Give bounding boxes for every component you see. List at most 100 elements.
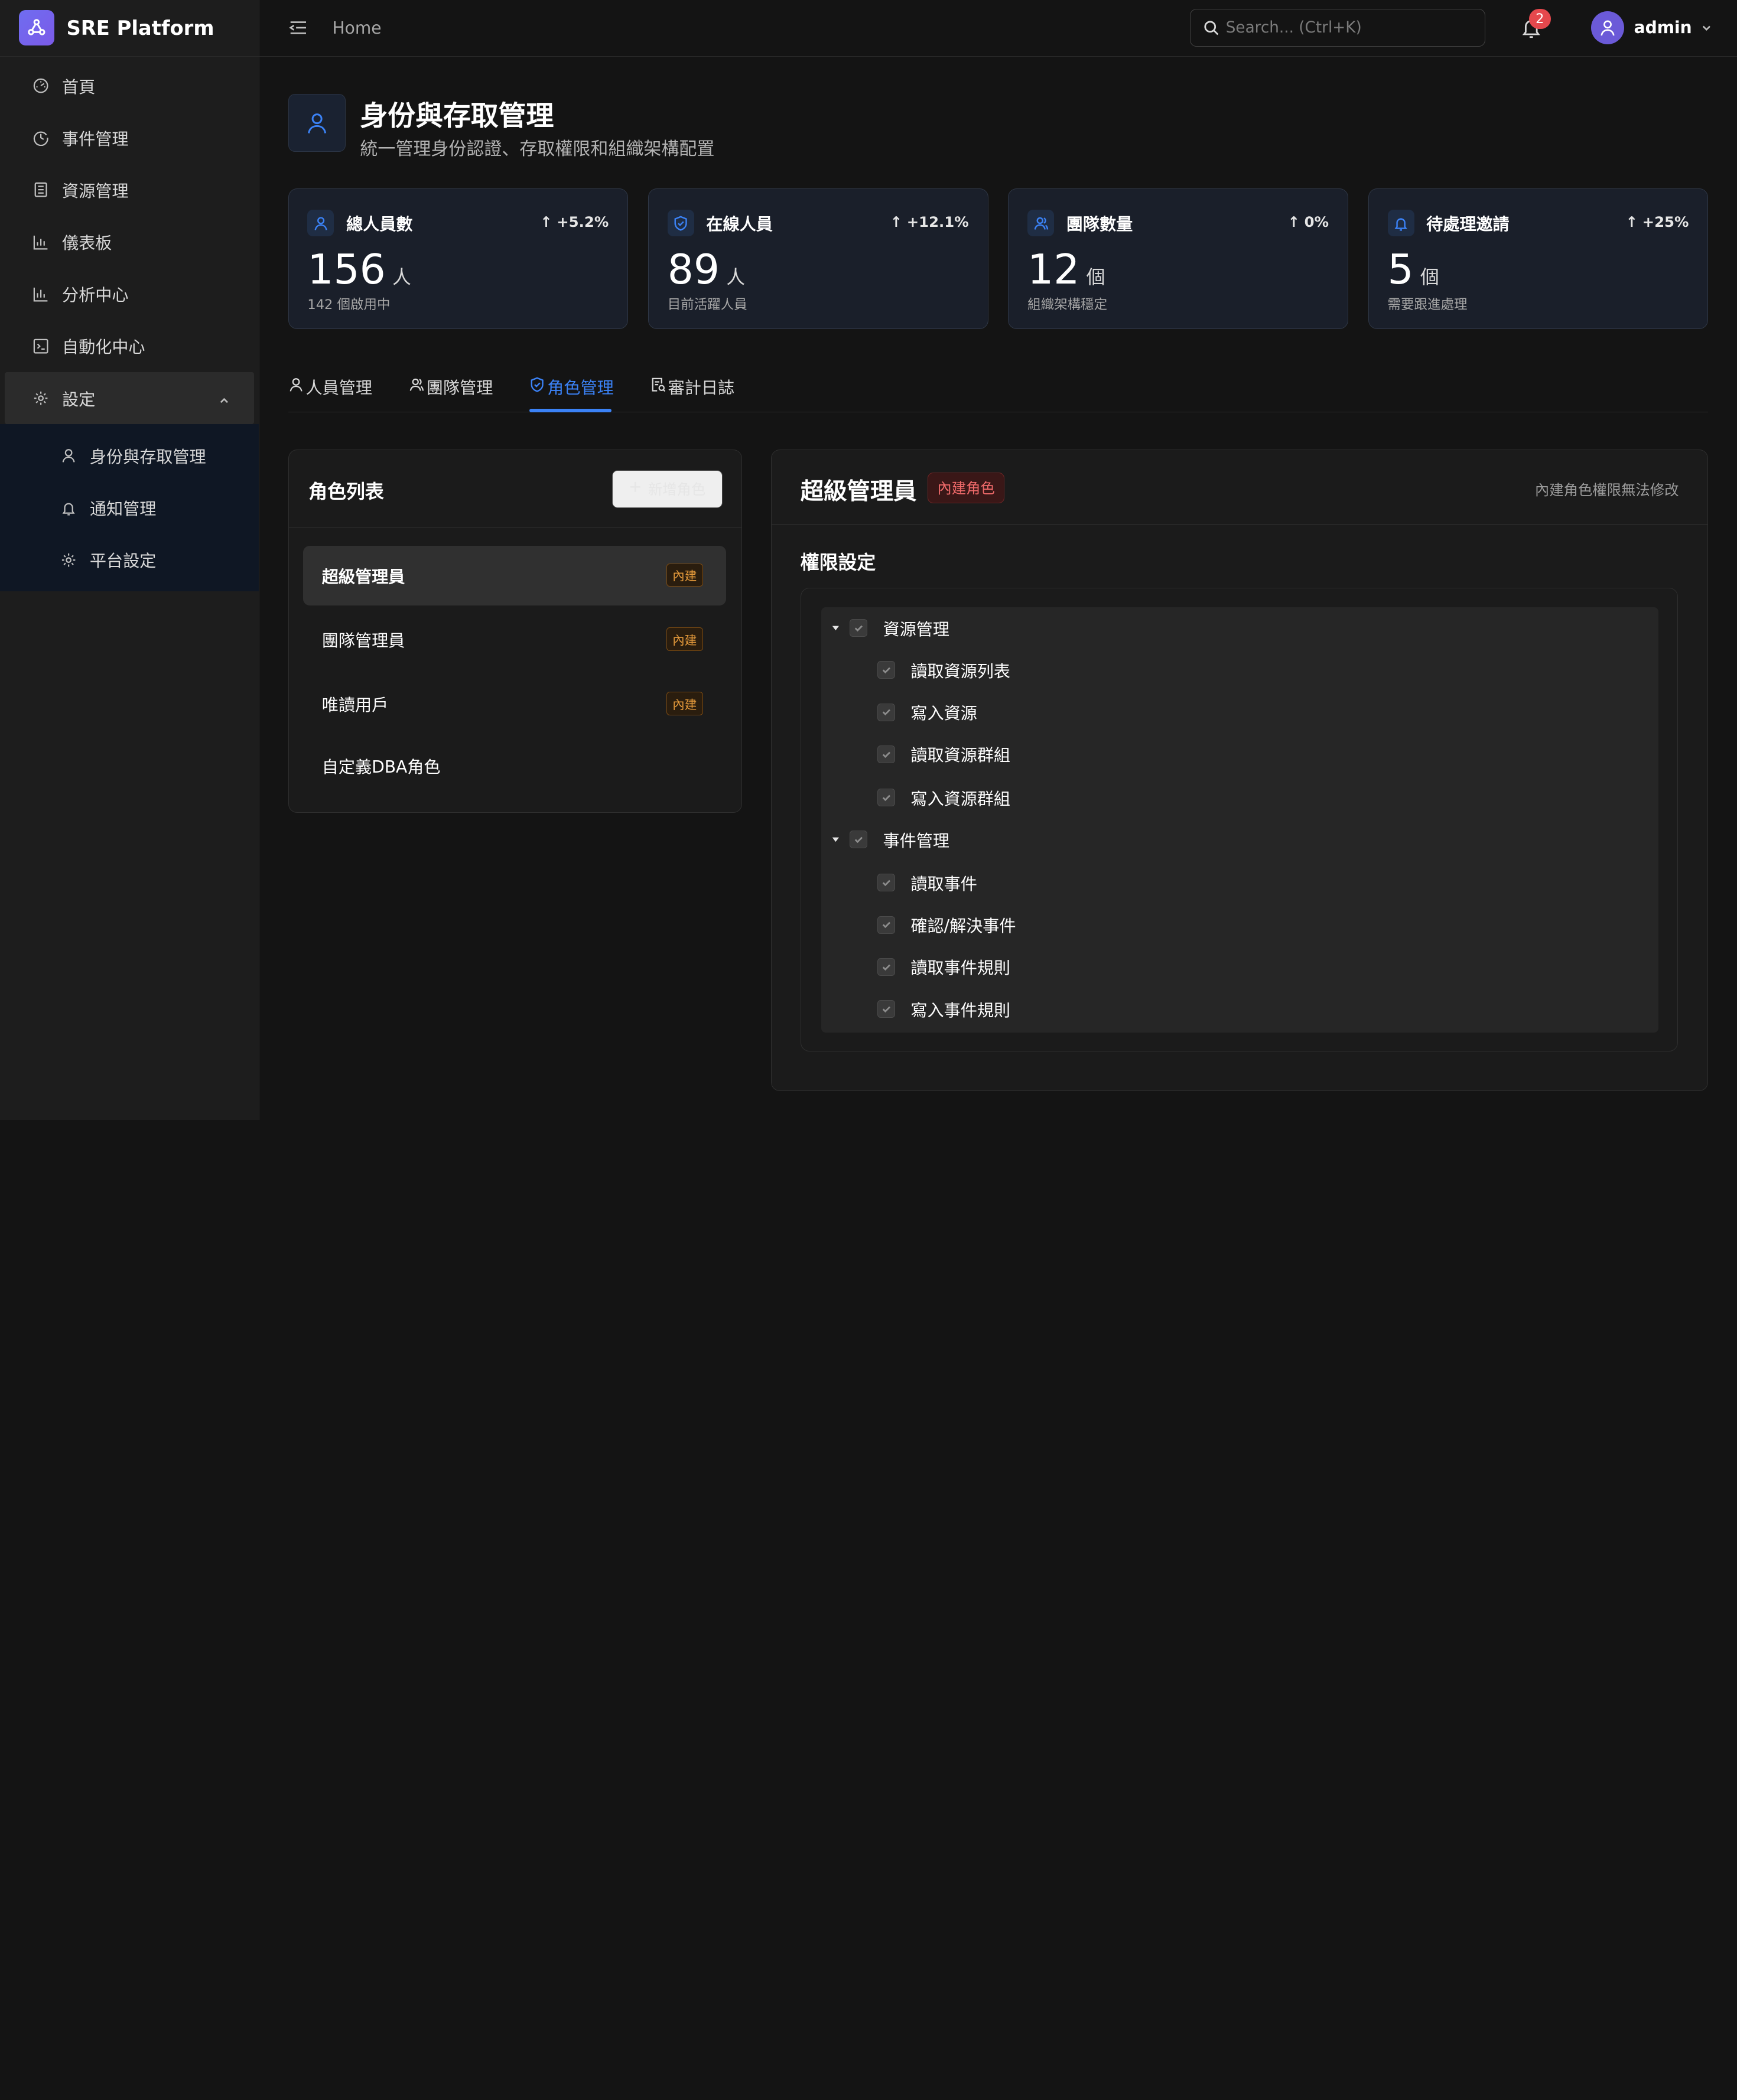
tab-users[interactable]: 人員管理 bbox=[288, 375, 372, 399]
tree-node-label: 讀取資源群組 bbox=[910, 745, 1011, 766]
tree-node-incident-management[interactable]: 事件管理 bbox=[830, 828, 949, 852]
sidebar-item-label: 資源管理 bbox=[62, 181, 129, 201]
stat-note: 需要跟進處理 bbox=[1387, 297, 1468, 312]
stat-unit: 個 bbox=[1420, 266, 1439, 289]
tree-node-ack-resolve-incident[interactable]: 確認/解決事件 bbox=[877, 913, 1016, 937]
tab-roles[interactable]: 角色管理 bbox=[529, 375, 614, 399]
checkbox-checked-icon[interactable] bbox=[877, 958, 896, 976]
stat-label: 總人員數 bbox=[346, 214, 413, 235]
tree-node-write-resource[interactable]: 寫入資源 bbox=[877, 700, 977, 724]
chevron-up-icon bbox=[219, 391, 230, 411]
sidebar-item-label: 首頁 bbox=[62, 77, 96, 97]
stat-label: 團隊數量 bbox=[1066, 214, 1133, 235]
role-list-title: 角色列表 bbox=[308, 480, 384, 503]
tree-node-read-incident-rules[interactable]: 讀取事件規則 bbox=[877, 955, 1010, 979]
tree-node-resource-management[interactable]: 資源管理 bbox=[830, 616, 949, 640]
role-item-custom-dba[interactable]: 自定義DBA角色 bbox=[303, 736, 726, 796]
arrow-up-icon: ↑ bbox=[1625, 213, 1638, 230]
role-list-header: 角色列表 新增角色 bbox=[288, 450, 742, 528]
user-icon bbox=[288, 377, 304, 396]
role-item-super-admin[interactable]: 超級管理員 內建 bbox=[302, 545, 727, 605]
team-icon bbox=[1027, 210, 1055, 237]
terminal-icon bbox=[33, 338, 48, 354]
plus-icon bbox=[629, 481, 642, 497]
sidebar-item-platform-settings[interactable]: 平台設定 bbox=[0, 534, 259, 586]
role-name: 唯讀用戶 bbox=[321, 695, 389, 715]
notification-count-badge: 2 bbox=[1528, 9, 1551, 29]
role-detail-panel: 超級管理員 內建角色 內建角色權限無法修改 權限設定 資源管理 讀取資源列表 寫… bbox=[771, 450, 1709, 1091]
sidebar-item-incidents[interactable]: 事件管理 bbox=[0, 112, 259, 164]
checkbox-checked-icon[interactable] bbox=[877, 916, 896, 934]
sidebar-item-resources[interactable]: 資源管理 bbox=[0, 164, 259, 216]
stat-unit: 個 bbox=[1086, 266, 1105, 289]
sidebar-item-settings[interactable]: 設定 bbox=[4, 372, 255, 425]
bell-icon bbox=[1387, 210, 1414, 237]
role-detail-title: 超級管理員 bbox=[800, 477, 917, 505]
user-icon bbox=[307, 210, 334, 237]
sidebar-item-label: 身份與存取管理 bbox=[89, 447, 206, 467]
role-item-team-admin[interactable]: 團隊管理員 內建 bbox=[303, 610, 726, 669]
tab-audit-log[interactable]: 審計日誌 bbox=[650, 375, 734, 399]
stat-number: 89 bbox=[667, 246, 720, 294]
search-input[interactable]: Search... (Ctrl+K) bbox=[1189, 9, 1486, 47]
sidebar-item-iam[interactable]: 身份與存取管理 bbox=[0, 430, 259, 482]
tree-node-label: 寫入事件規則 bbox=[910, 1000, 1011, 1020]
brand-name: SRE Platform bbox=[66, 16, 214, 40]
checkbox-checked-icon[interactable] bbox=[877, 874, 896, 892]
tab-teams[interactable]: 團隊管理 bbox=[409, 375, 493, 399]
app: SRE Platform 首頁 事件管理 資源管理 儀表板 分析中心 自動化中心… bbox=[0, 0, 1737, 1120]
sidebar-item-analytics[interactable]: 分析中心 bbox=[0, 268, 259, 320]
add-role-button[interactable]: 新增角色 bbox=[611, 470, 723, 508]
gear-icon bbox=[61, 552, 76, 568]
caret-down-icon[interactable] bbox=[830, 834, 841, 845]
clock-icon bbox=[33, 130, 48, 146]
tree-node-read-incident[interactable]: 讀取事件 bbox=[877, 871, 977, 895]
stat-card-pending-invites: 待處理邀請 ↑ +25% 5個 需要跟進處理 bbox=[1368, 188, 1709, 329]
checkbox-checked-icon[interactable] bbox=[850, 619, 868, 637]
checkbox-checked-icon[interactable] bbox=[877, 661, 896, 679]
role-name: 自定義DBA角色 bbox=[321, 757, 441, 777]
audit-icon bbox=[650, 377, 666, 396]
tree-node-read-resource-list[interactable]: 讀取資源列表 bbox=[877, 658, 1010, 682]
tab-label: 團隊管理 bbox=[426, 377, 493, 398]
tree-node-write-incident-rules[interactable]: 寫入事件規則 bbox=[877, 997, 1010, 1021]
arrow-up-icon: ↑ bbox=[540, 213, 552, 230]
sidebar-item-label: 事件管理 bbox=[62, 129, 129, 149]
breadcrumb[interactable]: Home bbox=[333, 18, 382, 38]
checkbox-checked-icon[interactable] bbox=[877, 1000, 896, 1018]
role-item-readonly-user[interactable]: 唯讀用戶 內建 bbox=[303, 674, 726, 734]
page-header: 身份與存取管理 統一管理身份認證、存取權限和組織架構配置 bbox=[288, 94, 714, 159]
gear-icon bbox=[33, 390, 48, 406]
user-icon bbox=[61, 448, 76, 463]
stat-value: 89 人 bbox=[668, 246, 745, 294]
sidebar-item-home[interactable]: 首頁 bbox=[0, 60, 259, 112]
role-detail-header: 超級管理員 內建角色 內建角色權限無法修改 bbox=[772, 450, 1708, 525]
checkbox-checked-icon[interactable] bbox=[877, 745, 896, 763]
dashboard-icon bbox=[33, 78, 48, 93]
sidebar-item-notifications[interactable]: 通知管理 bbox=[0, 482, 259, 534]
checkbox-checked-icon[interactable] bbox=[877, 789, 896, 806]
caret-down-icon[interactable] bbox=[830, 623, 841, 634]
tree-node-label: 讀取事件規則 bbox=[910, 958, 1011, 978]
sidebar-item-automation[interactable]: 自動化中心 bbox=[0, 320, 259, 372]
menu-toggle-icon[interactable] bbox=[288, 18, 308, 38]
sidebar-item-dashboard[interactable]: 儀表板 bbox=[0, 216, 259, 268]
tree-node-read-resource-group[interactable]: 讀取資源群組 bbox=[877, 742, 1010, 766]
stat-delta: ↑ 0% bbox=[1288, 213, 1329, 230]
checkbox-checked-icon[interactable] bbox=[877, 703, 896, 721]
brand[interactable]: SRE Platform bbox=[0, 0, 259, 57]
role-name: 團隊管理員 bbox=[321, 631, 405, 651]
builtin-badge: 內建 bbox=[666, 692, 703, 715]
list-icon bbox=[33, 182, 48, 197]
stat-delta: ↑ +25% bbox=[1626, 213, 1689, 230]
tree-node-write-resource-group[interactable]: 寫入資源群組 bbox=[877, 786, 1010, 810]
team-icon bbox=[409, 377, 424, 396]
tab-label: 角色管理 bbox=[547, 377, 614, 398]
stat-value: 12 個 bbox=[1027, 246, 1105, 294]
sidebar-nav: 首頁 事件管理 資源管理 儀表板 分析中心 自動化中心 設定 bbox=[0, 57, 259, 425]
user-menu[interactable]: admin bbox=[1590, 11, 1712, 44]
user-icon bbox=[288, 94, 346, 152]
stat-number: 156 bbox=[307, 246, 386, 294]
stat-unit: 人 bbox=[726, 266, 746, 289]
checkbox-checked-icon[interactable] bbox=[850, 831, 868, 849]
